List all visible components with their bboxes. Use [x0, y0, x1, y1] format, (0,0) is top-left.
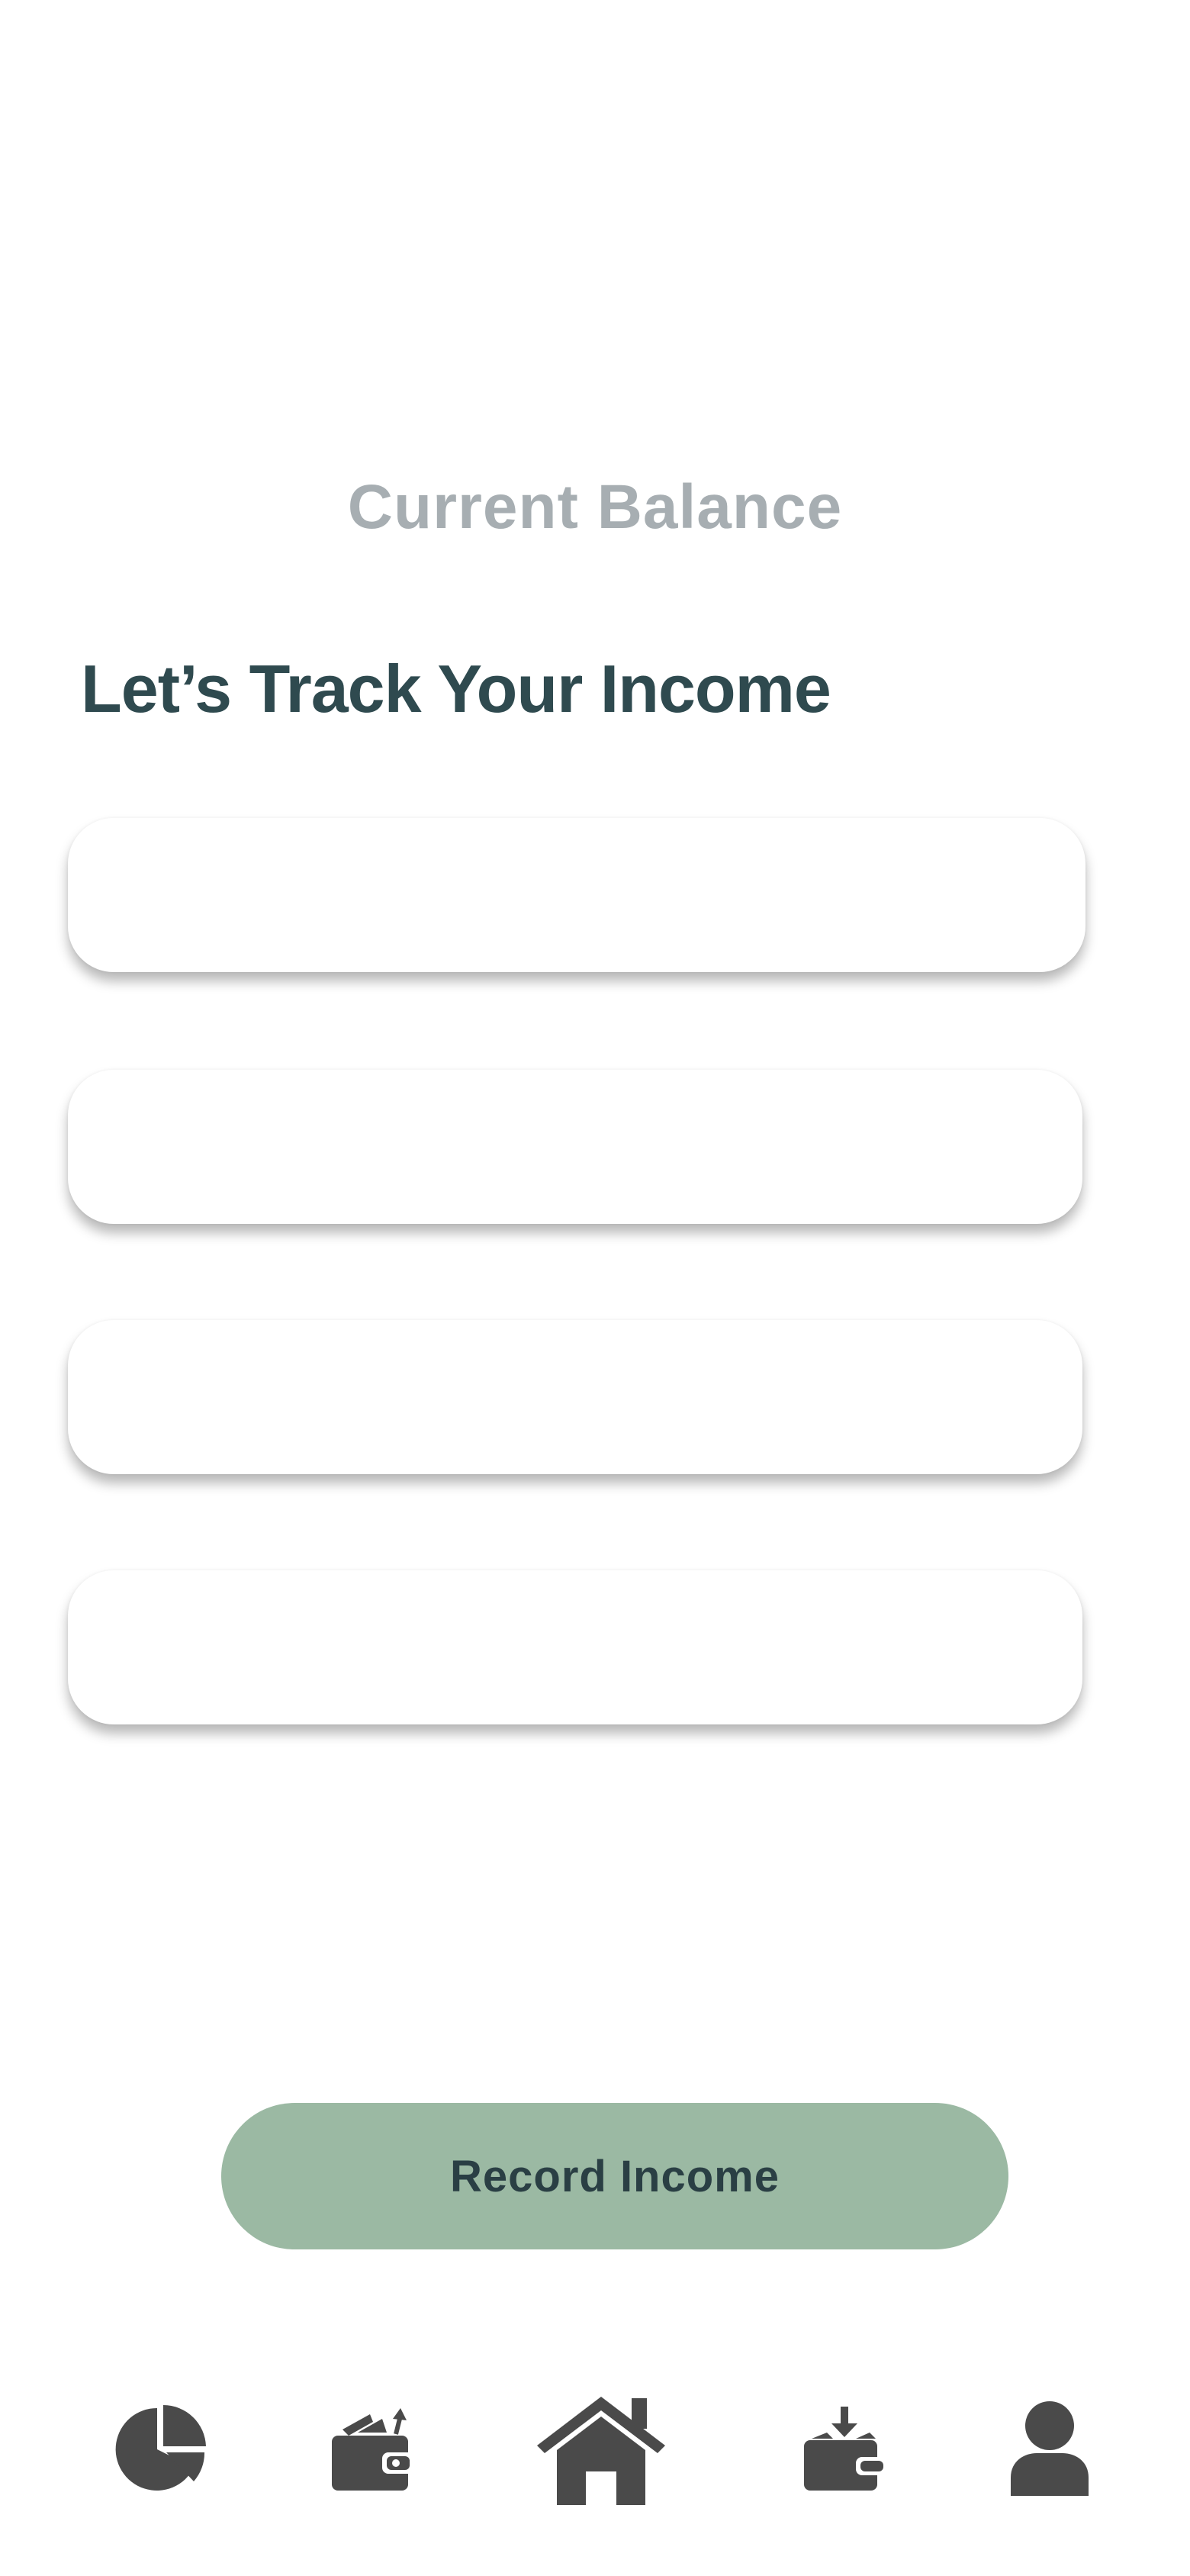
nav-item-profile[interactable]: [1002, 2381, 1097, 2518]
income-field-1[interactable]: [68, 818, 1085, 972]
income-input-1[interactable]: [68, 818, 1085, 972]
pie-chart-icon: [115, 2405, 206, 2491]
nav-item-home[interactable]: [534, 2381, 668, 2518]
wallet-receive-icon: [804, 2407, 886, 2491]
page-title: Let’s Track Your Income: [81, 651, 831, 726]
nav-item-income[interactable]: [798, 2381, 892, 2518]
income-input-3[interactable]: [68, 1320, 1082, 1474]
nav-item-stats[interactable]: [111, 2381, 212, 2518]
income-input-4[interactable]: [68, 1570, 1082, 1724]
user-icon: [1011, 2401, 1089, 2496]
bottom-navigation: [0, 2381, 1190, 2518]
record-income-button[interactable]: Record Income: [221, 2103, 1008, 2249]
income-field-3[interactable]: [68, 1320, 1082, 1474]
wallet-send-icon: [332, 2408, 414, 2491]
income-field-2[interactable]: [68, 1070, 1082, 1224]
home-icon: [537, 2397, 665, 2505]
income-field-4[interactable]: [68, 1570, 1082, 1724]
income-input-2[interactable]: [68, 1070, 1082, 1224]
nav-item-expense[interactable]: [323, 2381, 423, 2518]
current-balance-label: Current Balance: [347, 472, 843, 542]
